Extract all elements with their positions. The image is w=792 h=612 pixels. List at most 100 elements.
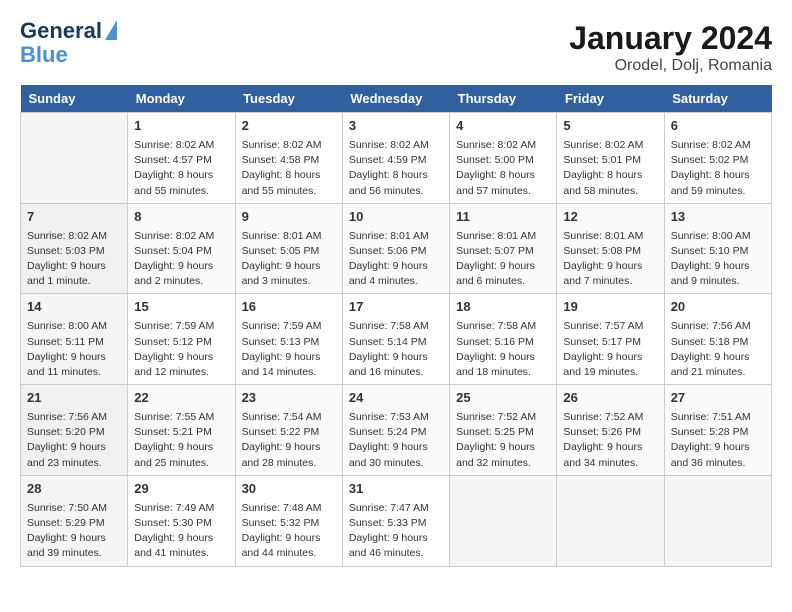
- day-number: 3: [349, 117, 443, 136]
- day-info: Sunrise: 8:00 AM Sunset: 5:11 PM Dayligh…: [27, 319, 121, 380]
- calendar-cell: 10Sunrise: 8:01 AM Sunset: 5:06 PM Dayli…: [342, 203, 449, 294]
- day-number: 10: [349, 208, 443, 227]
- day-number: 11: [456, 208, 550, 227]
- day-info: Sunrise: 8:01 AM Sunset: 5:07 PM Dayligh…: [456, 229, 550, 290]
- calendar-week-row: 14 Sunrise: 8:00 AM Sunset: 5:11 PM Dayli…: [21, 294, 772, 385]
- day-number: 24: [349, 389, 443, 408]
- calendar-cell: 15 Sunrise: 7:59 AM Sunset: 5:12 PM Dayli…: [128, 294, 235, 385]
- calendar-cell: 29 Sunrise: 7:49 AM Sunset: 5:30 PM Dayli…: [128, 475, 235, 566]
- title-block: January 2024 Orodel, Dolj, Romania: [569, 20, 772, 75]
- day-info: Sunrise: 7:48 AM Sunset: 5:32 PM Dayligh…: [242, 501, 336, 562]
- day-number: 22: [134, 389, 228, 408]
- day-info: Sunrise: 8:02 AM Sunset: 5:02 PM Dayligh…: [671, 138, 765, 199]
- calendar-cell: [664, 475, 771, 566]
- calendar-week-row: 28 Sunrise: 7:50 AM Sunset: 5:29 PM Dayli…: [21, 475, 772, 566]
- day-info: Sunrise: 7:49 AM Sunset: 5:30 PM Dayligh…: [134, 501, 228, 562]
- day-header-friday: Friday: [557, 85, 664, 113]
- day-number: 4: [456, 117, 550, 136]
- calendar-cell: 5 Sunrise: 8:02 AM Sunset: 5:01 PM Daylig…: [557, 113, 664, 204]
- calendar-cell: 6Sunrise: 8:02 AM Sunset: 5:02 PM Daylig…: [664, 113, 771, 204]
- day-number: 9: [242, 208, 336, 227]
- day-number: 13: [671, 208, 765, 227]
- calendar-cell: 13 Sunrise: 8:00 AM Sunset: 5:10 PM Dayli…: [664, 203, 771, 294]
- calendar-cell: 30 Sunrise: 7:48 AM Sunset: 5:32 PM Dayli…: [235, 475, 342, 566]
- calendar-cell: 4Sunrise: 8:02 AM Sunset: 5:00 PM Daylig…: [450, 113, 557, 204]
- calendar-cell: [450, 475, 557, 566]
- day-number: 31: [349, 480, 443, 499]
- day-info: Sunrise: 7:53 AM Sunset: 5:24 PM Dayligh…: [349, 410, 443, 471]
- day-number: 23: [242, 389, 336, 408]
- calendar-week-row: 1Sunrise: 8:02 AM Sunset: 4:57 PM Daylig…: [21, 113, 772, 204]
- day-info: Sunrise: 7:59 AM Sunset: 5:12 PM Dayligh…: [134, 319, 228, 380]
- calendar-week-row: 7 Sunrise: 8:02 AM Sunset: 5:03 PM Daylig…: [21, 203, 772, 294]
- day-info: Sunrise: 7:54 AM Sunset: 5:22 PM Dayligh…: [242, 410, 336, 471]
- calendar-cell: 19 Sunrise: 7:57 AM Sunset: 5:17 PM Dayli…: [557, 294, 664, 385]
- day-info: Sunrise: 7:51 AM Sunset: 5:28 PM Dayligh…: [671, 410, 765, 471]
- location: Orodel, Dolj, Romania: [569, 57, 772, 75]
- calendar-cell: [557, 475, 664, 566]
- day-number: 17: [349, 298, 443, 317]
- day-number: 26: [563, 389, 657, 408]
- day-number: 16: [242, 298, 336, 317]
- day-info: Sunrise: 7:52 AM Sunset: 5:26 PM Dayligh…: [563, 410, 657, 471]
- day-info: Sunrise: 8:02 AM Sunset: 5:03 PM Dayligh…: [27, 229, 121, 290]
- calendar-cell: 20 Sunrise: 7:56 AM Sunset: 5:18 PM Dayli…: [664, 294, 771, 385]
- logo-blue: Blue: [20, 42, 68, 68]
- calendar-cell: 14 Sunrise: 8:00 AM Sunset: 5:11 PM Dayli…: [21, 294, 128, 385]
- page-header: General Blue January 2024 Orodel, Dolj, …: [20, 20, 772, 75]
- calendar-cell: 22 Sunrise: 7:55 AM Sunset: 5:21 PM Dayli…: [128, 385, 235, 476]
- day-number: 8: [134, 208, 228, 227]
- calendar-body: 1Sunrise: 8:02 AM Sunset: 4:57 PM Daylig…: [21, 113, 772, 567]
- calendar-cell: 7 Sunrise: 8:02 AM Sunset: 5:03 PM Daylig…: [21, 203, 128, 294]
- calendar-cell: 17 Sunrise: 7:58 AM Sunset: 5:14 PM Dayli…: [342, 294, 449, 385]
- calendar-cell: 27Sunrise: 7:51 AM Sunset: 5:28 PM Dayli…: [664, 385, 771, 476]
- calendar-cell: 11 Sunrise: 8:01 AM Sunset: 5:07 PM Dayli…: [450, 203, 557, 294]
- calendar-cell: 18 Sunrise: 7:58 AM Sunset: 5:16 PM Dayli…: [450, 294, 557, 385]
- day-info: Sunrise: 7:58 AM Sunset: 5:16 PM Dayligh…: [456, 319, 550, 380]
- day-info: Sunrise: 8:02 AM Sunset: 4:57 PM Dayligh…: [134, 138, 228, 199]
- day-info: Sunrise: 8:01 AM Sunset: 5:08 PM Dayligh…: [563, 229, 657, 290]
- day-number: 20: [671, 298, 765, 317]
- day-info: Sunrise: 8:02 AM Sunset: 4:59 PM Dayligh…: [349, 138, 443, 199]
- day-number: 29: [134, 480, 228, 499]
- day-number: 19: [563, 298, 657, 317]
- day-info: Sunrise: 7:50 AM Sunset: 5:29 PM Dayligh…: [27, 501, 121, 562]
- day-number: 21: [27, 389, 121, 408]
- day-number: 2: [242, 117, 336, 136]
- day-info: Sunrise: 7:57 AM Sunset: 5:17 PM Dayligh…: [563, 319, 657, 380]
- calendar-header-row: SundayMondayTuesdayWednesdayThursdayFrid…: [21, 85, 772, 113]
- day-info: Sunrise: 8:01 AM Sunset: 5:05 PM Dayligh…: [242, 229, 336, 290]
- day-header-monday: Monday: [128, 85, 235, 113]
- day-number: 7: [27, 208, 121, 227]
- calendar-cell: 3 Sunrise: 8:02 AM Sunset: 4:59 PM Daylig…: [342, 113, 449, 204]
- day-info: Sunrise: 8:02 AM Sunset: 4:58 PM Dayligh…: [242, 138, 336, 199]
- day-info: Sunrise: 7:58 AM Sunset: 5:14 PM Dayligh…: [349, 319, 443, 380]
- day-number: 15: [134, 298, 228, 317]
- day-info: Sunrise: 8:02 AM Sunset: 5:01 PM Dayligh…: [563, 138, 657, 199]
- day-info: Sunrise: 7:56 AM Sunset: 5:18 PM Dayligh…: [671, 319, 765, 380]
- calendar-cell: 1Sunrise: 8:02 AM Sunset: 4:57 PM Daylig…: [128, 113, 235, 204]
- day-number: 5: [563, 117, 657, 136]
- calendar-cell: 28 Sunrise: 7:50 AM Sunset: 5:29 PM Dayli…: [21, 475, 128, 566]
- day-number: 25: [456, 389, 550, 408]
- calendar-cell: 8 Sunrise: 8:02 AM Sunset: 5:04 PM Daylig…: [128, 203, 235, 294]
- day-info: Sunrise: 7:52 AM Sunset: 5:25 PM Dayligh…: [456, 410, 550, 471]
- day-number: 18: [456, 298, 550, 317]
- day-number: 30: [242, 480, 336, 499]
- day-number: 14: [27, 298, 121, 317]
- calendar-cell: 2 Sunrise: 8:02 AM Sunset: 4:58 PM Daylig…: [235, 113, 342, 204]
- calendar-cell: 23 Sunrise: 7:54 AM Sunset: 5:22 PM Dayli…: [235, 385, 342, 476]
- day-header-wednesday: Wednesday: [342, 85, 449, 113]
- month-year: January 2024: [569, 20, 772, 57]
- calendar-cell: 25 Sunrise: 7:52 AM Sunset: 5:25 PM Dayli…: [450, 385, 557, 476]
- calendar-cell: [21, 113, 128, 204]
- calendar-cell: 31Sunrise: 7:47 AM Sunset: 5:33 PM Dayli…: [342, 475, 449, 566]
- day-header-tuesday: Tuesday: [235, 85, 342, 113]
- calendar-cell: 9 Sunrise: 8:01 AM Sunset: 5:05 PM Daylig…: [235, 203, 342, 294]
- day-header-thursday: Thursday: [450, 85, 557, 113]
- day-info: Sunrise: 8:02 AM Sunset: 5:04 PM Dayligh…: [134, 229, 228, 290]
- day-info: Sunrise: 8:00 AM Sunset: 5:10 PM Dayligh…: [671, 229, 765, 290]
- day-number: 28: [27, 480, 121, 499]
- day-info: Sunrise: 7:55 AM Sunset: 5:21 PM Dayligh…: [134, 410, 228, 471]
- calendar-week-row: 21Sunrise: 7:56 AM Sunset: 5:20 PM Dayli…: [21, 385, 772, 476]
